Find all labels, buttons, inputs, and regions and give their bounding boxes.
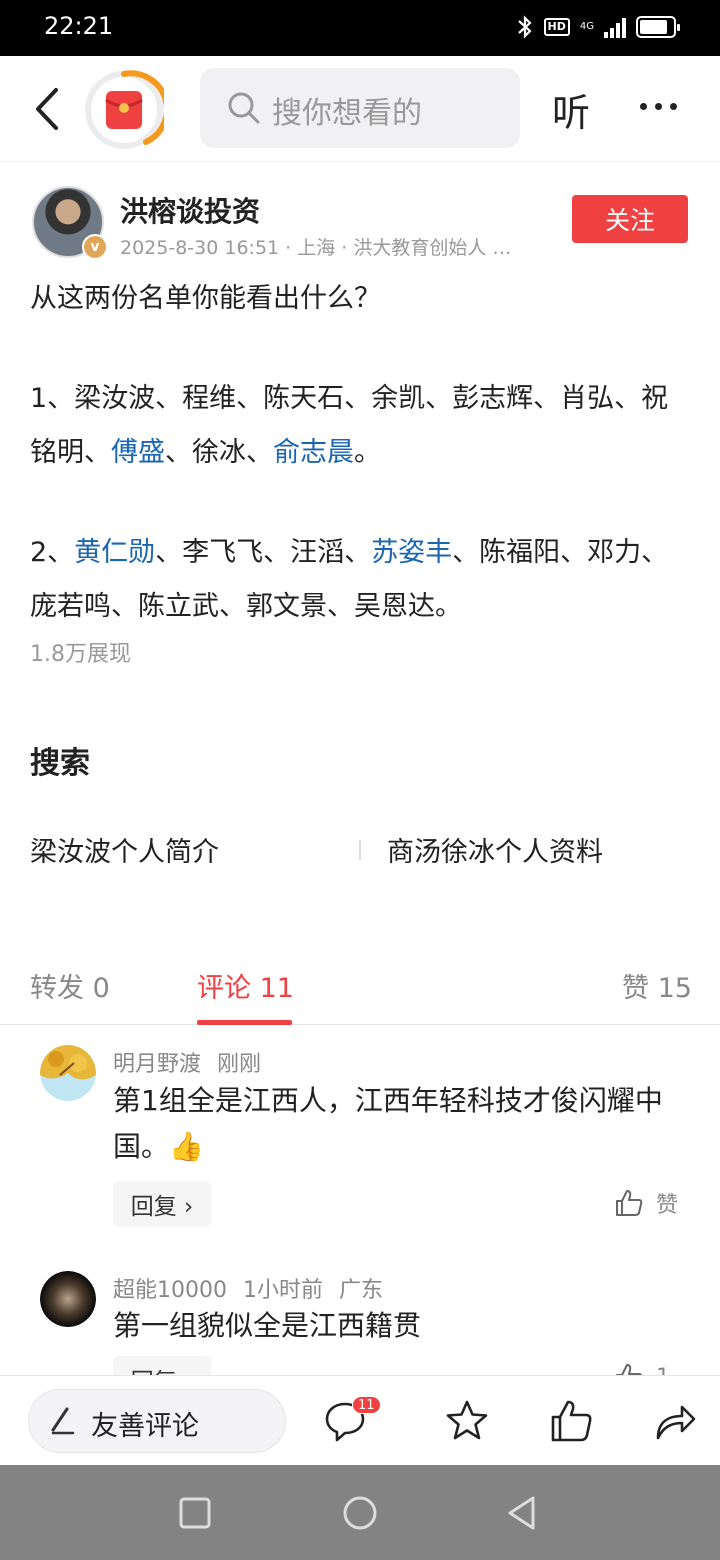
- system-nav-bar: [0, 1465, 720, 1560]
- search-suggestion[interactable]: 梁汝波个人简介: [30, 830, 219, 869]
- comment-like-button[interactable]: 赞: [614, 1187, 678, 1219]
- divider: [359, 840, 361, 860]
- comment-time: 刚刚: [217, 1052, 262, 1077]
- tab-repost[interactable]: 转发 0: [30, 966, 110, 1005]
- battery-level: [640, 20, 667, 34]
- status-icons: HD 4G: [516, 14, 680, 40]
- tab-comments[interactable]: 评论 11: [197, 966, 294, 1005]
- thumbs-up-icon[interactable]: [549, 1398, 595, 1444]
- red-packet-icon[interactable]: [84, 70, 164, 150]
- person-link[interactable]: 俞志晨: [273, 437, 354, 468]
- top-bar: 搜你想看的 听: [0, 56, 720, 162]
- verified-badge: v: [82, 234, 108, 260]
- post-list-2: 2、黄仁勋、李飞飞、汪滔、苏姿丰、陈福阳、邓力、庞若鸣、陈立武、郭文景、吴恩达。: [30, 537, 669, 622]
- thumbs-up-emoji: 👍: [169, 1130, 204, 1163]
- follow-button[interactable]: 关注: [572, 195, 688, 243]
- post-list-1: 1、梁汝波、程维、陈天石、余凯、彭志辉、肖弘、祝铭明、傅盛、徐冰、俞志晨。: [30, 383, 669, 468]
- back-icon[interactable]: [26, 84, 70, 134]
- active-tab-indicator: [197, 1020, 292, 1025]
- thumbs-up-icon: [616, 1190, 643, 1216]
- author-name[interactable]: 洪榕谈投资: [120, 190, 260, 230]
- battery-icon: [636, 16, 680, 38]
- status-bar: 22:21 HD 4G: [0, 0, 720, 56]
- author-meta: 2025-8-30 16:51 · 上海 · 洪大教育创始人 洪…: [120, 237, 530, 259]
- comment-text: 第一组貌似全是江西籍贯: [113, 1309, 422, 1342]
- share-icon[interactable]: [652, 1398, 698, 1444]
- comment-user[interactable]: 超能10000 1小时前 广东: [113, 1272, 383, 1304]
- search-icon: [228, 92, 260, 124]
- search-suggestion[interactable]: 商汤徐冰个人资料: [387, 830, 603, 869]
- home-icon[interactable]: [342, 1495, 378, 1531]
- search-section-title: 搜索: [30, 746, 90, 781]
- comment-location: 广东: [339, 1278, 384, 1303]
- post-question: 从这两份名单你能看出什么？: [30, 283, 381, 314]
- tab-likes[interactable]: 赞 15: [622, 966, 692, 1005]
- person-link[interactable]: 黄仁勋: [74, 537, 155, 568]
- comment-input-label: 友善评论: [91, 1411, 199, 1442]
- signal-icon: [604, 16, 626, 38]
- listen-button[interactable]: 听: [552, 82, 590, 137]
- search-box[interactable]: 搜你想看的: [200, 68, 520, 148]
- author-avatar[interactable]: v: [32, 186, 108, 260]
- comment-text: 第1组全是江西人，江西年轻科技才俊闪耀中国。👍: [113, 1084, 663, 1163]
- post-body: 从这两份名单你能看出什么？ 1、梁汝波、程维、陈天石、余凯、彭志辉、肖弘、祝铭明…: [30, 272, 694, 634]
- search-placeholder: 搜你想看的: [272, 96, 422, 131]
- person-link[interactable]: 傅盛: [111, 437, 165, 468]
- back-nav-icon[interactable]: [504, 1495, 540, 1531]
- comment-user[interactable]: 明月野渡 刚刚: [113, 1046, 261, 1078]
- like-label: 赞: [656, 1193, 679, 1218]
- person-link[interactable]: 苏姿丰: [371, 537, 452, 568]
- more-icon[interactable]: [640, 86, 690, 126]
- avatar[interactable]: [40, 1045, 96, 1101]
- comment-count-badge: 11: [352, 1396, 381, 1414]
- bottom-action-bar: 友善评论 11: [0, 1375, 720, 1465]
- avatar[interactable]: [40, 1271, 96, 1327]
- recent-apps-icon[interactable]: [177, 1495, 213, 1531]
- hd-badge: HD: [543, 18, 570, 36]
- bluetooth-icon: [517, 15, 532, 39]
- comment-input[interactable]: 友善评论: [28, 1389, 286, 1453]
- interaction-tabs: 转发 0 评论 11 赞 15: [0, 950, 720, 1025]
- status-time: 22:21: [44, 12, 114, 40]
- favorite-star-icon[interactable]: [444, 1398, 490, 1444]
- pen-icon: [51, 1407, 75, 1435]
- view-count: 1.8万展现: [30, 642, 131, 667]
- reply-button[interactable]: 回复 ›: [113, 1181, 211, 1227]
- network-type: 4G: [579, 21, 594, 32]
- comment-time: 1小时前: [243, 1278, 323, 1303]
